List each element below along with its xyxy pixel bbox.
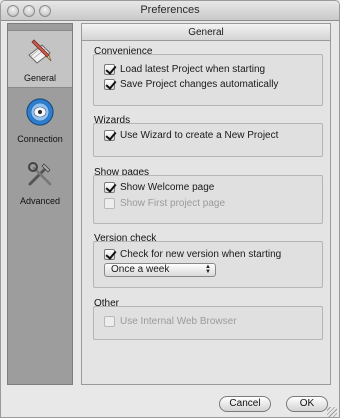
save-project-changes-checkbox[interactable]: Save Project changes automatically xyxy=(104,77,278,91)
sidebar-item-label: Advanced xyxy=(19,196,61,206)
checkbox-icon xyxy=(104,129,115,141)
check-new-version-checkbox[interactable]: Check for new version when starting xyxy=(104,247,281,261)
checkbox-icon xyxy=(104,63,115,75)
dialog-footer: Cancel OK xyxy=(1,387,339,417)
select-value: Once a week xyxy=(111,264,170,275)
tools-icon xyxy=(28,162,52,186)
checkbox-label: Show Welcome page xyxy=(120,181,215,193)
checkbox-icon xyxy=(104,248,115,260)
pencil-ruler-icon xyxy=(28,39,52,64)
globe-network-icon xyxy=(26,98,54,126)
checkbox-label: Show First project page xyxy=(120,197,226,209)
sidebar-item-advanced[interactable]: Advanced xyxy=(8,154,72,212)
checkbox-icon xyxy=(104,181,115,193)
ok-button[interactable]: OK xyxy=(286,396,328,412)
panel-header: General xyxy=(82,24,330,41)
checkbox-label: Save Project changes automatically xyxy=(120,78,279,90)
show-welcome-page-checkbox[interactable]: Show Welcome page xyxy=(104,180,214,194)
sidebar: General Connection Advanced xyxy=(7,23,73,385)
checkbox-label: Check for new version when starting xyxy=(120,248,282,260)
sidebar-item-general[interactable]: General xyxy=(8,30,72,88)
checkbox-label: Use Internal Web Browser xyxy=(120,315,237,327)
cancel-button[interactable]: Cancel xyxy=(219,396,271,412)
sidebar-item-label: General xyxy=(23,73,57,83)
window-title: Preferences xyxy=(140,4,200,16)
load-latest-project-checkbox[interactable]: Load latest Project when starting xyxy=(104,62,265,76)
sidebar-item-label: Connection xyxy=(17,134,63,144)
preferences-window: Preferences General Connection Advanced … xyxy=(0,0,340,418)
use-internal-web-browser-checkbox[interactable]: Use Internal Web Browser xyxy=(104,314,237,328)
checkbox-label: Use Wizard to create a New Project xyxy=(120,129,279,141)
updown-arrows-icon: ▲ ▼ xyxy=(205,264,211,275)
resize-grip[interactable] xyxy=(327,407,337,417)
settings-panel: General Convenience Load latest Project … xyxy=(81,23,331,385)
title-bar: Preferences xyxy=(1,1,339,21)
show-first-project-page-checkbox[interactable]: Show First project page xyxy=(104,196,225,210)
version-check-frequency-select[interactable]: Once a week ▲ ▼ xyxy=(104,263,216,277)
checkbox-icon xyxy=(104,315,115,327)
checkbox-label: Load latest Project when starting xyxy=(120,63,266,75)
checkbox-icon xyxy=(104,78,115,90)
checkbox-icon xyxy=(104,197,115,209)
use-wizard-checkbox[interactable]: Use Wizard to create a New Project xyxy=(104,128,278,142)
sidebar-item-connection[interactable]: Connection xyxy=(8,92,72,150)
